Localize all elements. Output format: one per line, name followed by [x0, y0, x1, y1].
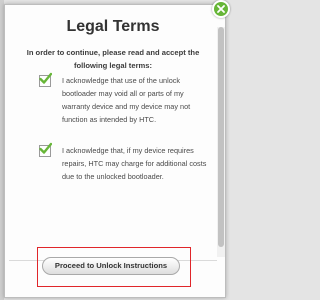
dialog-scrollbar[interactable] [217, 27, 225, 257]
term-checkbox-warranty[interactable] [39, 72, 52, 87]
scrollbar-thumb[interactable] [218, 27, 224, 247]
term-checkbox-repairs[interactable] [39, 142, 52, 157]
term-text-repairs: I acknowledge that, if my device require… [62, 146, 207, 181]
term-text-warranty: I acknowledge that use of the unlock boo… [62, 76, 191, 124]
proceed-to-unlock-button[interactable]: Proceed to Unlock Instructions [42, 257, 180, 275]
intro-text: In order to continue, please read and ac… [26, 48, 200, 70]
close-button[interactable] [212, 0, 230, 18]
dialog-title: Legal Terms [66, 18, 160, 35]
checkmark-icon [39, 72, 52, 84]
checkmark-icon [39, 142, 52, 154]
close-icon [217, 5, 225, 13]
